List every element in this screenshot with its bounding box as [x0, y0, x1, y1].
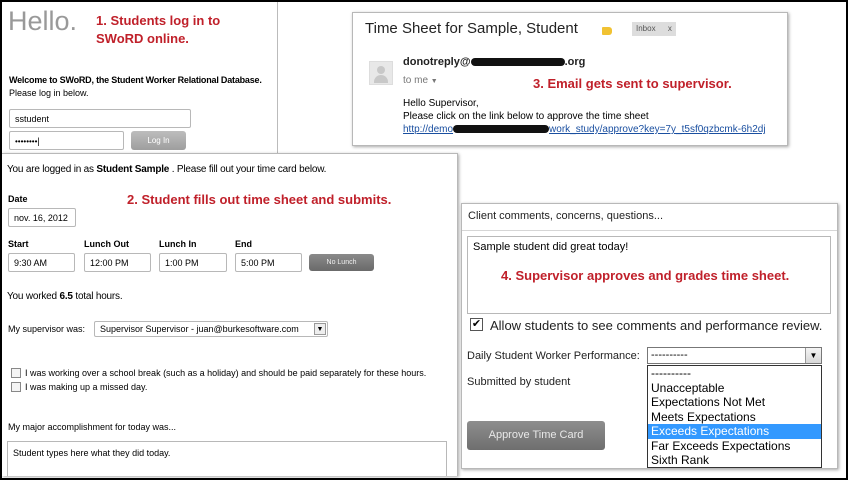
dropdown-arrow-icon[interactable]: ▼ [805, 348, 821, 363]
label-tag-icon [602, 27, 612, 35]
email-body: Please click on the link below to approv… [403, 111, 649, 122]
comments-divider [462, 230, 837, 231]
option-sixth-rank[interactable]: Sixth Rank [648, 453, 821, 467]
link-redaction [453, 125, 550, 134]
avatar-head [377, 66, 385, 74]
performance-options-list[interactable]: ---------- Unacceptable Expectations Not… [647, 365, 822, 468]
option-blank[interactable]: ---------- [648, 366, 821, 381]
link-start: http://demo [403, 124, 454, 135]
option-meets-expectations[interactable]: Meets Expectations [648, 410, 821, 425]
supervisor-value: Supervisor Supervisor - juan@burkesoftwa… [100, 324, 299, 334]
end-input[interactable]: 5:00 PM [235, 253, 302, 272]
avatar-body [374, 75, 388, 83]
sender-redaction [470, 58, 565, 67]
worked-hours: 6.5 [59, 291, 73, 302]
login-button[interactable]: Log In [131, 131, 186, 150]
performance-label: Daily Student Worker Performance: [467, 350, 640, 362]
start-label: Start [8, 239, 29, 249]
welcome-text: Welcome to SWoRD, the Student Worker Rel… [9, 75, 262, 85]
email-sender: donotreply@ .org [403, 56, 585, 68]
option-unacceptable[interactable]: Unacceptable [648, 381, 821, 396]
logged-in-prefix: You are logged in as [7, 164, 97, 175]
inbox-label-text: Inbox [636, 24, 656, 33]
checkmark-icon: ✔ [471, 318, 482, 330]
password-input[interactable]: ••••••••| [9, 131, 124, 150]
start-input[interactable]: 9:30 AM [8, 253, 75, 272]
email-greeting: Hello Supervisor, [403, 98, 479, 109]
link-end: work_study/approve?key=7y_t5sf0qzbcmk-6h… [549, 124, 766, 135]
email-to[interactable]: to me ▼ [403, 75, 438, 86]
end-label: End [235, 239, 252, 249]
supervisor-select[interactable]: Supervisor Supervisor - juan@burkesoftwa… [94, 321, 328, 337]
comment-value: Sample student did great today! [473, 241, 629, 253]
missed-day-label: I was making up a missed day. [25, 382, 148, 392]
performance-selected-value: ---------- [651, 349, 688, 361]
lunch-out-input[interactable]: 12:00 PM [84, 253, 151, 272]
approval-panel: Client comments, concerns, questions... … [461, 203, 838, 469]
logged-in-message: You are logged in as Student Sample . Pl… [7, 164, 326, 175]
inbox-label-close-icon[interactable]: x [668, 24, 672, 33]
comments-label: Client comments, concerns, questions... [468, 210, 664, 222]
username-input[interactable]: sstudent [9, 109, 191, 128]
no-lunch-button[interactable]: No Lunch [309, 254, 374, 271]
lunch-in-input[interactable]: 1:00 PM [159, 253, 227, 272]
text-cursor: | [37, 136, 40, 146]
email-to-text: to me [403, 75, 429, 86]
allow-checkbox[interactable]: ✔ [470, 318, 483, 331]
sender-domain: .org [564, 56, 586, 68]
chevron-down-icon: ▼ [430, 78, 438, 85]
dropdown-arrow-icon: ▼ [314, 323, 326, 335]
option-exceeds-expectations[interactable]: Exceeds Expectations [648, 424, 821, 439]
approval-step-annotation: 4. Supervisor approves and grades time s… [501, 268, 790, 283]
worked-prefix: You worked [7, 291, 60, 302]
worked-suffix: total hours. [72, 291, 123, 302]
lunch-in-label: Lunch In [159, 239, 197, 249]
email-step-annotation: 3. Email gets sent to supervisor. [533, 76, 732, 91]
approval-link[interactable]: http://demo work_study/approve?key=7y_t5s… [403, 124, 766, 135]
supervisor-label: My supervisor was: [8, 324, 86, 334]
allow-label: Allow students to see comments and perfo… [490, 318, 823, 333]
option-far-exceeds-expectations[interactable]: Far Exceeds Expectations [648, 439, 821, 454]
performance-select[interactable]: ---------- ▼ [647, 347, 822, 364]
accomplishment-label: My major accomplishment for today was... [8, 422, 177, 432]
date-label: Date [8, 194, 28, 204]
worked-hours-text: You worked 6.5 total hours. [7, 291, 123, 302]
lunch-out-label: Lunch Out [84, 239, 129, 249]
email-panel: Time Sheet for Sample, Student Inbox x d… [352, 12, 788, 146]
sender-avatar [369, 61, 393, 85]
missed-day-checkbox[interactable] [11, 382, 21, 392]
submitted-label: Submitted by student [467, 376, 571, 388]
logo: Hello. [8, 6, 78, 36]
login-step-annotation: 1. Students log in to SWoRD online. [96, 13, 221, 46]
email-subject: Time Sheet for Sample, Student [365, 20, 578, 37]
timesheet-step-annotation: 2. Student fills out time sheet and subm… [127, 192, 392, 207]
approve-button[interactable]: Approve Time Card [467, 421, 605, 450]
option-expectations-not-met[interactable]: Expectations Not Met [648, 395, 821, 410]
school-break-label: I was working over a school break (such … [25, 368, 427, 378]
inbox-label[interactable]: Inbox x [632, 22, 676, 36]
password-value: •••••••• [15, 137, 38, 146]
timesheet-panel: You are logged in as Student Sample . Pl… [2, 153, 458, 476]
sender-name: donotreply@ [403, 56, 471, 68]
school-break-checkbox[interactable] [11, 368, 21, 378]
login-instructions: Please log in below. [9, 88, 89, 98]
logged-in-suffix: . Please fill out your time card below. [169, 164, 327, 175]
date-input[interactable]: nov. 16, 2012 [8, 208, 76, 227]
student-name: Student Sample [96, 164, 170, 175]
accomplishment-value: Student types here what they did today. [13, 448, 171, 458]
login-panel: Hello. 1. Students log in to SWoRD onlin… [2, 2, 278, 155]
accomplishment-textarea[interactable]: Student types here what they did today. [7, 441, 447, 476]
